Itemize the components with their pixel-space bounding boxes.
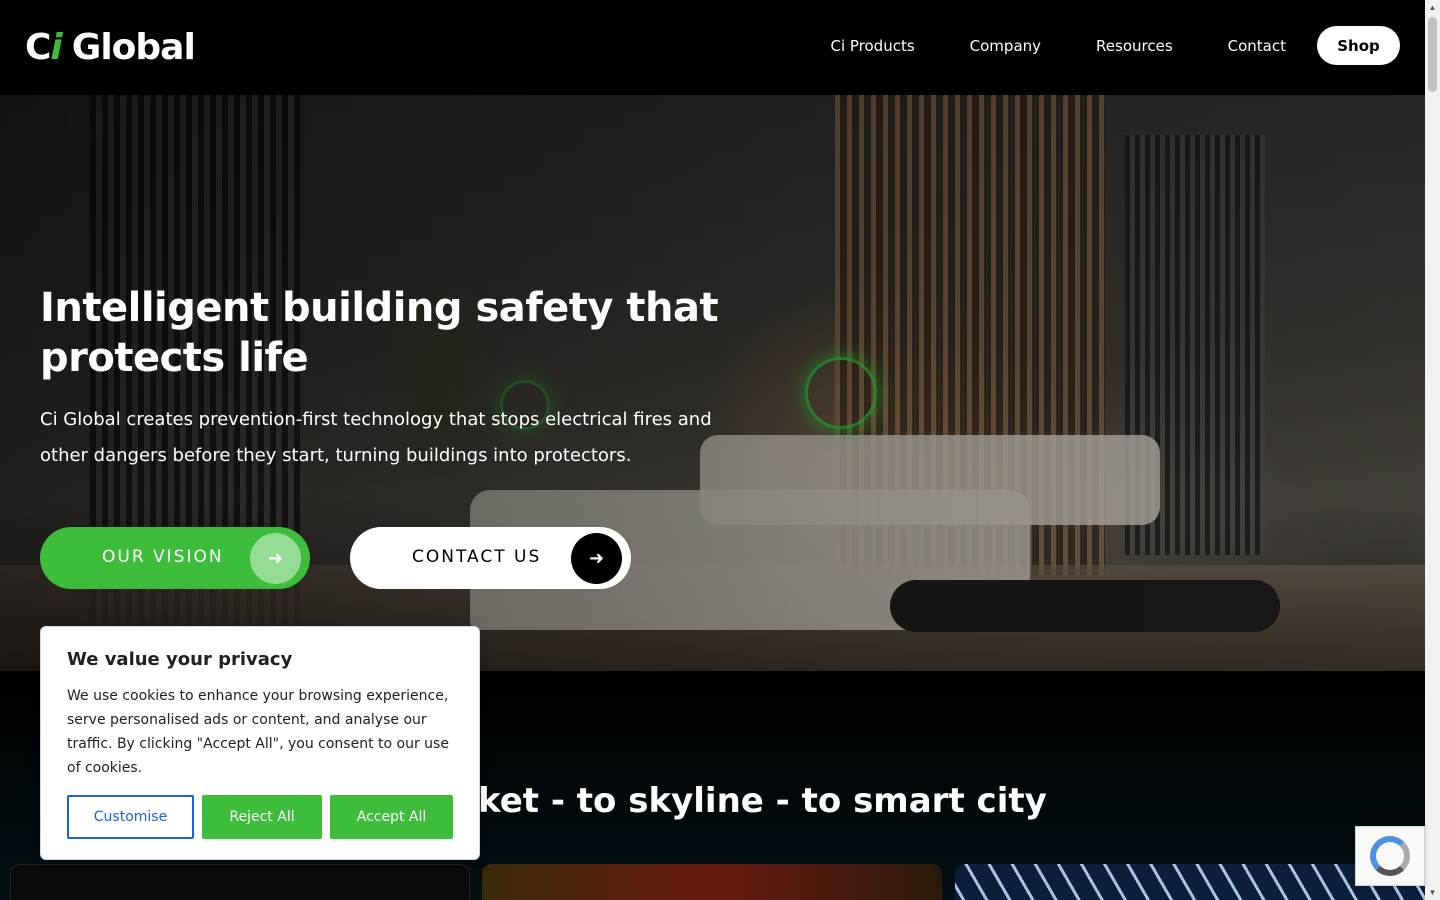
- recaptcha-badge[interactable]: [1355, 826, 1425, 886]
- scroll-thumb[interactable]: [1428, 17, 1437, 92]
- cookie-consent-banner: We value your privacy We use cookies to …: [40, 626, 480, 860]
- recaptcha-icon: [1370, 836, 1410, 876]
- scroll-up-arrow-icon[interactable]: ▲: [1425, 0, 1440, 15]
- reject-all-button[interactable]: Reject All: [202, 795, 322, 839]
- arrow-right-icon: ➜: [571, 533, 622, 584]
- logo-global: Global: [71, 26, 196, 68]
- feature-card-1[interactable]: [10, 864, 470, 900]
- shop-button[interactable]: Shop: [1317, 26, 1400, 65]
- scroll-down-arrow-icon[interactable]: ▼: [1425, 885, 1440, 900]
- nav-company[interactable]: Company: [970, 37, 1041, 55]
- accept-all-button[interactable]: Accept All: [330, 795, 453, 839]
- contact-us-button[interactable]: CONTACT US ➜: [350, 527, 631, 589]
- feature-card-2[interactable]: [482, 864, 942, 900]
- cookie-title: We value your privacy: [67, 649, 293, 670]
- main-nav: Ci Products Company Resources Contact Sh…: [830, 26, 1400, 65]
- nav-contact[interactable]: Contact: [1228, 37, 1286, 55]
- site-header: Ci Global Ci Products Company Resources C…: [0, 0, 1425, 95]
- contact-us-label: CONTACT US: [412, 547, 542, 567]
- customise-button[interactable]: Customise: [67, 795, 194, 839]
- hero-section: Intelligent building safety that protect…: [0, 95, 1425, 671]
- nav-resources[interactable]: Resources: [1096, 37, 1173, 55]
- logo-c: C: [25, 26, 51, 68]
- arrow-right-icon: ➜: [250, 533, 301, 584]
- hero-title: Intelligent building safety that protect…: [40, 285, 719, 381]
- nav-ci-products[interactable]: Ci Products: [830, 37, 914, 55]
- ci-global-logo[interactable]: Ci Global: [25, 26, 196, 68]
- hero-subtitle: Ci Global creates prevention-first techn…: [40, 409, 712, 466]
- logo-i: i: [50, 26, 62, 68]
- page-scrollbar[interactable]: ▲ ▼: [1425, 0, 1440, 900]
- our-vision-label: OUR VISION: [102, 547, 224, 567]
- cookie-text: We use cookies to enhance your browsing …: [67, 688, 449, 776]
- our-vision-button[interactable]: OUR VISION ➜: [40, 527, 310, 589]
